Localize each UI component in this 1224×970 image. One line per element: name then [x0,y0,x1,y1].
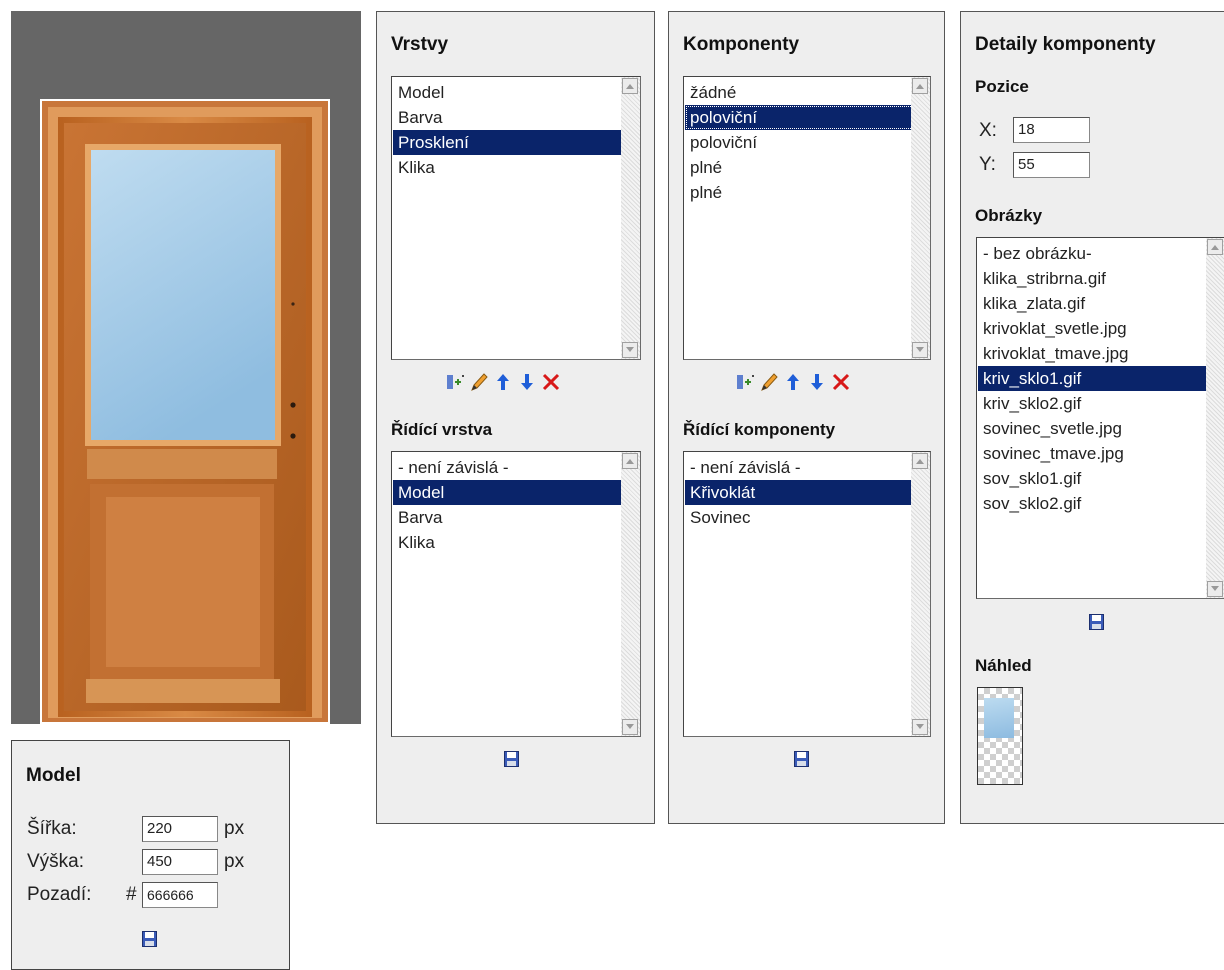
width-input[interactable]: 220 [142,816,218,842]
save-model-icon[interactable] [142,931,157,947]
list-item[interactable]: Model [393,80,624,105]
list-item[interactable]: klika_zlata.gif [978,291,1209,316]
controlling-components-items: - není závislá - Křivoklát Sovinec [685,455,914,530]
components-title: Komponenty [683,34,800,55]
move-down-arrow-icon[interactable] [807,371,827,393]
save-layers-icon[interactable] [504,751,519,767]
height-unit: px [224,851,245,872]
images-list[interactable]: - bez obrázku- klika_stribrna.gif klika_… [976,237,1224,599]
list-item[interactable]: kriv_sklo2.gif [978,391,1209,416]
x-input[interactable]: 18 [1013,117,1090,143]
layers-title: Vrstvy [391,34,449,55]
y-label: Y: [979,154,996,175]
edit-pencil-icon[interactable] [469,371,489,393]
save-details-icon[interactable] [1089,614,1104,630]
list-item-selected[interactable]: Křivoklát [685,480,914,505]
list-item-selected[interactable]: kriv_sklo1.gif [978,366,1209,391]
list-item[interactable]: Barva [393,505,624,530]
list-item[interactable]: poloviční [685,130,914,155]
preview-glass [984,698,1014,738]
door-canvas [11,11,361,724]
layers-items: Model Barva Prosklení Klika [393,80,624,180]
height-input[interactable]: 450 [142,849,218,875]
list-item[interactable]: sov_sklo2.gif [978,491,1209,516]
scroll-down-button[interactable] [622,719,638,735]
delete-x-icon[interactable] [541,371,561,393]
scrollbar[interactable] [621,77,640,359]
list-item[interactable]: - není závislá - [393,455,624,480]
layers-panel: Vrstvy Model Barva Prosklení Klika Řídíc… [376,11,655,824]
scrollbar[interactable] [621,452,640,736]
background-label: Pozadí: [27,884,92,905]
scroll-down-button[interactable] [622,342,638,358]
list-item[interactable]: Sovinec [685,505,914,530]
list-item[interactable]: Klika [393,155,624,180]
list-item[interactable]: - není závislá - [685,455,914,480]
scroll-down-button[interactable] [912,342,928,358]
background-color-input[interactable]: 666666 [142,882,218,908]
list-item[interactable]: - bez obrázku- [978,241,1209,266]
components-list[interactable]: žádné poloviční poloviční plné plné [683,76,931,360]
list-item[interactable]: plné [685,180,914,205]
edit-pencil-icon[interactable] [759,371,779,393]
layers-list[interactable]: Model Barva Prosklení Klika [391,76,641,360]
list-item[interactable]: krivoklat_svetle.jpg [978,316,1209,341]
controlling-components-title: Řídící komponenty [683,420,836,439]
scroll-down-button[interactable] [1207,581,1223,597]
list-item-selected[interactable]: poloviční [685,105,914,130]
scroll-up-button[interactable] [622,78,638,94]
model-panel: Model Šířka: 220 px Výška: 450 px Pozadí… [11,740,290,970]
components-items: žádné poloviční poloviční plné plné [685,80,914,205]
scrollbar[interactable] [911,77,930,359]
move-up-arrow-icon[interactable] [493,371,513,393]
move-down-arrow-icon[interactable] [517,371,537,393]
controlling-layer-items: - není závislá - Model Barva Klika [393,455,624,555]
scroll-down-button[interactable] [912,719,928,735]
list-item[interactable]: sov_sklo1.gif [978,466,1209,491]
list-item[interactable]: žádné [685,80,914,105]
images-items: - bez obrázku- klika_stribrna.gif klika_… [978,241,1209,516]
images-title: Obrázky [975,206,1043,225]
delete-x-icon[interactable] [831,371,851,393]
scroll-up-button[interactable] [912,453,928,469]
add-icon[interactable] [735,371,755,393]
components-toolbar [735,371,851,393]
scrollbar[interactable] [1206,238,1224,598]
list-item[interactable]: sovinec_tmave.jpg [978,441,1209,466]
controlling-components-list[interactable]: - není závislá - Křivoklát Sovinec [683,451,931,737]
controlling-layer-list[interactable]: - není závislá - Model Barva Klika [391,451,641,737]
list-item[interactable]: sovinec_svetle.jpg [978,416,1209,441]
controlling-layer-title: Řídící vrstva [391,420,493,439]
move-up-arrow-icon[interactable] [783,371,803,393]
layers-toolbar [445,371,561,393]
components-panel: Komponenty žádné poloviční poloviční pln… [668,11,945,824]
x-label: X: [979,120,997,141]
width-unit: px [224,818,245,839]
door-image [40,99,330,724]
scroll-up-button[interactable] [1207,239,1223,255]
model-title: Model [26,765,81,786]
list-item[interactable]: plné [685,155,914,180]
scrollbar[interactable] [911,452,930,736]
scroll-up-button[interactable] [622,453,638,469]
position-title: Pozice [975,77,1029,96]
background-hash: # [126,884,137,905]
preview-image [977,687,1023,785]
scroll-up-button[interactable] [912,78,928,94]
list-item-selected[interactable]: Prosklení [393,130,624,155]
height-label: Výška: [27,851,85,872]
width-label: Šířka: [27,818,77,839]
list-item[interactable]: Barva [393,105,624,130]
add-icon[interactable] [445,371,465,393]
preview-title: Náhled [975,656,1032,675]
list-item[interactable]: klika_stribrna.gif [978,266,1209,291]
list-item[interactable]: krivoklat_tmave.jpg [978,341,1209,366]
save-components-icon[interactable] [794,751,809,767]
component-details-panel: Detaily komponenty Pozice X: 18 Y: 55 Ob… [960,11,1224,824]
list-item-selected[interactable]: Model [393,480,624,505]
list-item[interactable]: Klika [393,530,624,555]
details-title: Detaily komponenty [975,34,1156,55]
y-input[interactable]: 55 [1013,152,1090,178]
